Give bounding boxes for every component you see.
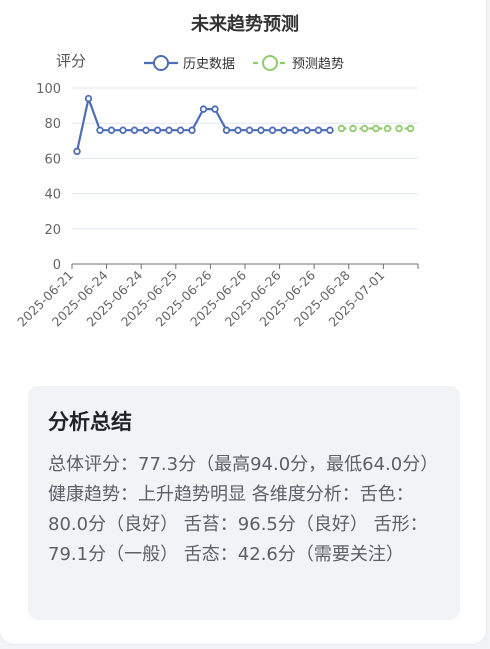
data-point — [188, 126, 196, 134]
data-point — [257, 126, 265, 134]
legend-marker-2 — [262, 55, 278, 71]
data-point — [406, 124, 415, 133]
data-point — [153, 126, 162, 134]
trend-chart: 0204060801002025-06-212025-06-242025-06-… — [14, 52, 419, 329]
data-point — [303, 126, 311, 134]
data-point — [280, 126, 288, 134]
data-point — [337, 124, 346, 133]
axis-layer: 0204060801002025-06-212025-06-242025-06-… — [14, 82, 419, 329]
data-point — [268, 126, 277, 134]
data-point — [395, 124, 403, 133]
data-point — [326, 126, 334, 134]
analysis-summary: 分析总结 总体评分：77.3分（最高94.0分，最低64.0分） 健康趋势：上升… — [28, 386, 460, 620]
data-point — [176, 126, 185, 134]
y-tick-label: 40 — [44, 188, 61, 203]
y-axis-label: 评分 — [56, 52, 86, 70]
data-point — [96, 126, 104, 134]
data-point — [314, 126, 323, 134]
data-point — [73, 147, 81, 156]
data-point — [130, 126, 139, 134]
data-point — [119, 126, 127, 134]
data-point — [222, 126, 231, 134]
data-point — [84, 94, 93, 103]
legend[interactable]: 历史数据 预测趋势 — [144, 55, 344, 72]
y-tick-label: 0 — [53, 258, 61, 273]
legend-label-2: 预测趋势 — [292, 56, 344, 72]
data-point — [142, 126, 150, 134]
data-point — [360, 124, 369, 133]
data-point — [245, 126, 254, 134]
summary-text: 总体评分：77.3分（最高94.0分，最低64.0分） 健康趋势：上升趋势明显 … — [48, 454, 439, 565]
data-point — [372, 124, 380, 133]
data-point — [383, 124, 392, 133]
legend-label-1: 历史数据 — [183, 57, 235, 72]
series-layer — [73, 94, 415, 156]
data-point — [291, 126, 300, 134]
data-point — [199, 105, 208, 113]
y-tick-label: 20 — [44, 223, 61, 238]
y-tick-label: 60 — [44, 152, 61, 167]
data-point — [107, 126, 116, 134]
legend-marker-1 — [153, 55, 169, 71]
data-point — [211, 105, 219, 113]
summary-title: 分析总结 — [48, 410, 132, 434]
data-point — [234, 126, 242, 134]
data-point — [349, 124, 357, 133]
y-tick-label: 80 — [44, 117, 61, 132]
y-tick-label: 100 — [36, 82, 61, 97]
data-point — [165, 126, 173, 134]
grid-layer — [72, 87, 418, 230]
